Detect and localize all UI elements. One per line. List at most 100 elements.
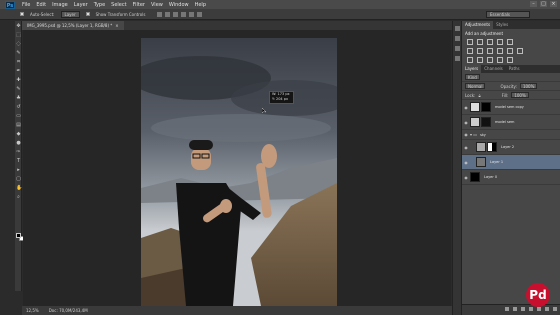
eye-icon[interactable]: ◉ [462,175,470,180]
history-brush-tool-icon[interactable]: ↺ [16,105,21,110]
layer-kind-filter[interactable]: Kind [465,74,480,80]
move-tool-icon[interactable]: ✥ [16,24,21,29]
link-layers-icon[interactable] [505,307,509,311]
pen-tool-icon[interactable]: ✑ [16,150,21,155]
canvas-image[interactable] [141,38,337,306]
crop-tool-icon[interactable]: ⌗ [16,60,21,65]
eye-icon[interactable]: ◉ [462,132,470,137]
eraser-tool-icon[interactable]: ▭ [16,114,21,119]
auto-select-checkbox[interactable] [20,12,24,16]
menu-select[interactable]: Select [111,2,126,8]
menu-file[interactable]: File [22,2,30,8]
history-panel-icon[interactable] [455,26,460,31]
menu-type[interactable]: Type [94,2,105,8]
eye-icon[interactable]: ◉ [462,145,470,150]
document-tab-bar: IMG_3995.psd @ 12,5% (Layer 1, RGB/8) * … [22,21,452,30]
layer-group-row[interactable]: ◉ ▾ ▭ sky [462,130,560,140]
close-button[interactable]: × [550,1,557,7]
new-layer-icon[interactable] [545,307,549,311]
fill-field[interactable]: 100% [511,92,529,98]
layer-row[interactable]: ◉ model sem copy [462,100,560,115]
menu-filter[interactable]: Filter [133,2,145,8]
threshold-icon[interactable] [487,57,493,63]
color-balance-icon[interactable] [477,48,483,54]
photo-filter-icon[interactable] [497,48,503,54]
blend-mode-dropdown[interactable]: Normal [465,83,486,89]
layer-name: model sem copy [495,105,524,109]
tab-paths[interactable]: Paths [506,65,523,73]
levels-icon[interactable] [477,39,483,45]
menu-layer[interactable]: Layer [74,2,88,8]
new-adjustment-icon[interactable] [529,307,533,311]
brush-tool-icon[interactable]: ✎ [16,87,21,92]
gradient-map-icon[interactable] [497,57,503,63]
layer-row[interactable]: ◉ Layer 2 [462,140,560,155]
black-white-icon[interactable] [487,48,493,54]
align-center-icon[interactable] [189,11,195,17]
add-mask-icon[interactable] [521,307,525,311]
zoom-tool-icon[interactable]: ⌕ [16,195,21,200]
brush-panel-icon[interactable] [455,46,460,51]
align-right-icon[interactable] [197,11,203,17]
align-middle-icon[interactable] [165,11,171,17]
gradient-tool-icon[interactable]: ▤ [16,123,21,128]
marquee-tool-icon[interactable]: ⬚ [16,33,21,38]
folder-icon: ▾ ▭ [470,132,478,137]
brightness-icon[interactable] [467,39,473,45]
path-select-tool-icon[interactable]: ▸ [16,168,21,173]
menu-help[interactable]: Help [195,2,206,8]
menu-view[interactable]: View [151,2,163,8]
channel-mixer-icon[interactable] [507,48,513,54]
layer-row[interactable]: ◉ Layer 0 [462,170,560,185]
eye-icon[interactable]: ◉ [462,120,470,125]
hand-tool-icon[interactable]: ✋ [16,186,22,191]
eye-icon[interactable]: ◉ [462,160,470,165]
foreground-color-swatch[interactable] [16,233,21,238]
exposure-icon[interactable] [497,39,503,45]
delete-layer-icon[interactable] [553,307,557,311]
menu-edit[interactable]: Edit [36,2,46,8]
align-bottom-icon[interactable] [173,11,179,17]
new-group-icon[interactable] [537,307,541,311]
lock-icon[interactable]: 🔒︎ [478,93,480,98]
blur-tool-icon[interactable]: ◆ [16,132,21,137]
properties-panel-icon[interactable] [455,36,460,41]
tab-channels[interactable]: Channels [481,65,506,73]
lasso-tool-icon[interactable]: ◌ [16,42,21,47]
color-lookup-icon[interactable] [517,48,523,54]
layer-row-selected[interactable]: ◉ Layer 1 [462,155,560,170]
shape-tool-icon[interactable]: ▢ [16,177,21,182]
maximize-button[interactable]: □ [540,1,547,7]
auto-select-dropdown[interactable]: Layer [60,10,80,18]
zoom-level[interactable]: 12,5% [26,308,39,313]
dodge-tool-icon[interactable]: ● [16,141,21,146]
show-transform-checkbox[interactable] [85,12,90,16]
workspace-switcher[interactable]: Essentials [486,11,530,18]
menu-window[interactable]: Window [169,2,189,8]
hue-saturation-icon[interactable] [467,48,473,54]
posterize-icon[interactable] [477,57,483,63]
curves-icon[interactable] [487,39,493,45]
character-panel-icon[interactable] [455,56,460,61]
healing-tool-icon[interactable]: ✚ [16,78,21,83]
align-left-icon[interactable] [181,11,187,17]
tab-styles[interactable]: Styles [493,21,511,29]
opacity-field[interactable]: 100% [519,83,538,89]
eyedropper-tool-icon[interactable]: ✒ [16,69,21,74]
layer-row[interactable]: ◉ model sem [462,115,560,130]
layer-style-icon[interactable] [513,307,517,311]
eye-icon[interactable]: ◉ [462,105,470,110]
document-tab[interactable]: IMG_3995.psd @ 12,5% (Layer 1, RGB/8) * … [22,21,124,30]
tab-adjustments[interactable]: Adjustments [462,21,494,29]
clone-stamp-tool-icon[interactable]: ♣ [16,96,21,101]
align-top-icon[interactable] [157,11,163,17]
tab-layers[interactable]: Layers [462,65,482,73]
quick-select-tool-icon[interactable]: ✎ [16,51,21,56]
close-tab-icon[interactable]: × [115,21,118,30]
selective-color-icon[interactable] [507,57,513,63]
menu-image[interactable]: Image [52,2,68,8]
invert-icon[interactable] [467,57,473,63]
vibrance-icon[interactable] [507,39,513,45]
minimize-button[interactable]: – [530,1,537,7]
type-tool-icon[interactable]: T [16,159,21,164]
